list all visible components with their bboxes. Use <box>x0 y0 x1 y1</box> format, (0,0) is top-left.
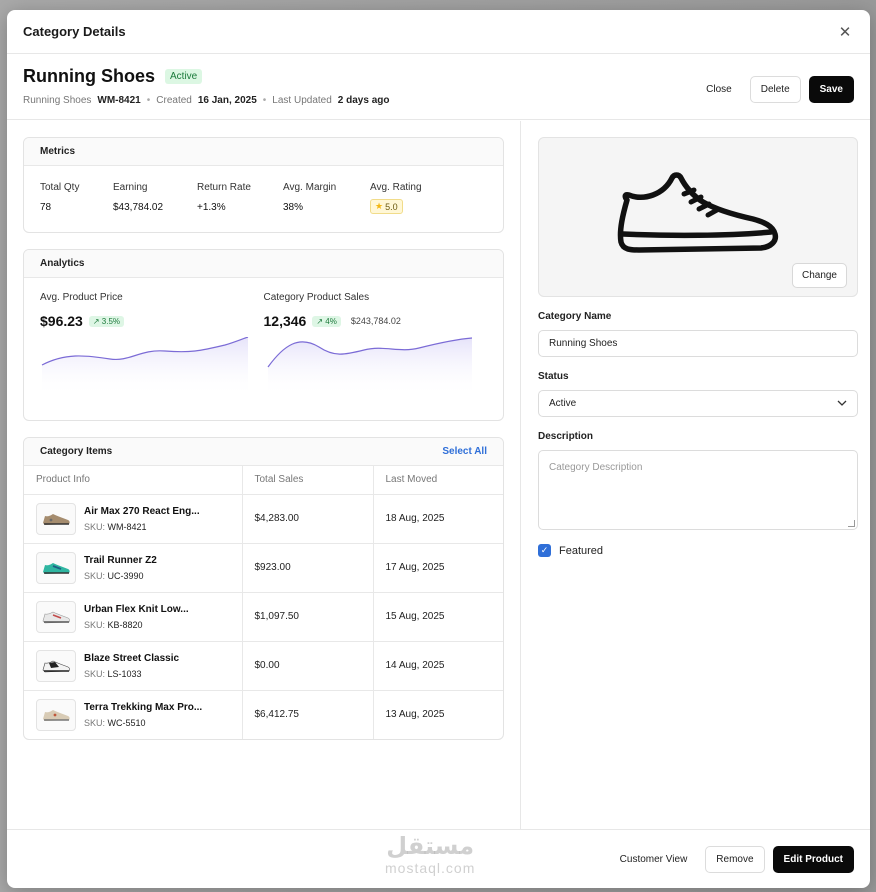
created-label: Created <box>156 95 192 106</box>
updated-date: 2 days ago <box>337 95 390 106</box>
product-sku: LS-1033 <box>107 668 142 679</box>
rating-badge: ★ 5.0 <box>370 199 403 214</box>
avg-price-value: $96.23 <box>40 313 83 329</box>
category-image: Change <box>538 137 858 297</box>
modal-title: Category Details <box>23 24 126 39</box>
metric-earning: Earning $43,784.02 <box>113 182 164 213</box>
description-label: Description <box>538 431 594 442</box>
resize-handle-icon[interactable] <box>848 520 855 527</box>
header-actions: Close Delete Save <box>696 76 854 103</box>
product-sales: $0.00 <box>242 641 374 691</box>
breadcrumb: Running Shoes <box>23 95 92 106</box>
sales-value: 12,346 <box>263 313 307 329</box>
product-sales: $4,283.00 <box>242 494 374 544</box>
category-name-label: Category Name <box>538 311 612 322</box>
items-table: Product Info Total Sales Last Moved Air … <box>24 466 503 739</box>
metric-total-qty: Total Qty 78 <box>40 182 80 213</box>
featured-label: Featured <box>559 544 604 557</box>
status-select[interactable]: Active <box>538 390 858 417</box>
shoe-thumbnail <box>36 698 76 731</box>
save-button[interactable]: Save <box>808 76 854 103</box>
separator-dot: • <box>146 95 151 106</box>
analytics-title: Analytics <box>40 258 85 269</box>
product-last-moved: 17 Aug, 2025 <box>373 543 503 593</box>
column-header-sales[interactable]: Total Sales <box>242 466 374 495</box>
product-sku: UC-3990 <box>107 570 144 581</box>
table-row[interactable]: Blaze Street Classic SKU: LS-1033 $0.00 … <box>24 641 503 691</box>
edit-product-button[interactable]: Edit Product <box>772 845 854 873</box>
category-sales-block: Category Product Sales 12,346 ↗ 4% $243,… <box>264 292 488 420</box>
watermark-logo: مستقل mostaql.com <box>385 832 476 876</box>
table-row[interactable]: Air Max 270 React Eng... SKU: WM-8421 $4… <box>24 494 503 544</box>
product-sku: WM-8421 <box>107 521 147 532</box>
shoe-thumbnail <box>36 551 76 584</box>
product-sales: $6,412.75 <box>242 690 374 739</box>
column-header-moved[interactable]: Last Moved <box>373 466 503 495</box>
change-image-button[interactable]: Change <box>791 263 847 288</box>
featured-checkbox[interactable]: ✓ <box>538 544 551 557</box>
category-items-title: Category Items <box>40 446 113 457</box>
product-name[interactable]: Terra Trekking Max Pro... <box>84 702 202 713</box>
avg-price-label: Avg. Product Price <box>40 292 123 303</box>
separator-dot: • <box>262 95 267 106</box>
metrics-title: Metrics <box>40 146 76 157</box>
price-sparkline <box>41 336 249 397</box>
close-button[interactable]: Close <box>696 76 742 103</box>
product-last-moved: 15 Aug, 2025 <box>373 592 503 642</box>
sales-sparkline <box>267 337 472 397</box>
category-items-card: Category Items Select All Product Info T… <box>23 437 504 740</box>
select-all-link[interactable]: Select All <box>442 446 487 457</box>
shoe-thumbnail <box>36 649 76 682</box>
right-column: Change Category Name Running Shoes Statu… <box>522 121 870 829</box>
trend-badge: ↗ 3.5% <box>88 315 124 327</box>
delete-button[interactable]: Delete <box>749 76 801 103</box>
product-sales: $1,097.50 <box>242 592 374 642</box>
sales-amount: $243,784.02 <box>350 316 401 326</box>
shoe-thumbnail <box>36 502 76 535</box>
column-header-product[interactable]: Product Info <box>24 466 243 495</box>
metrics-card: Metrics Total Qty 78 Earning $43,784.02 … <box>23 137 504 233</box>
product-sku: WC-5510 <box>107 717 146 728</box>
product-last-moved: 14 Aug, 2025 <box>373 641 503 691</box>
star-icon: ★ <box>375 201 384 211</box>
metric-return-rate: Return Rate +1.3% <box>197 182 251 213</box>
product-name[interactable]: Air Max 270 React Eng... <box>84 506 200 517</box>
metric-avg-rating: Avg. Rating ★ 5.0 <box>370 182 422 216</box>
page-title: Running Shoes <box>23 66 155 86</box>
product-name[interactable]: Trail Runner Z2 <box>84 555 157 566</box>
category-name-input[interactable]: Running Shoes <box>538 330 858 357</box>
chevron-down-icon <box>837 398 847 409</box>
analytics-card: Analytics Avg. Product Price $96.23 ↗ 3.… <box>23 249 504 421</box>
avg-price-block: Avg. Product Price $96.23 ↗ 3.5% <box>40 292 264 420</box>
title-area: Running Shoes Active Running Shoes WM-84… <box>7 54 870 120</box>
description-textarea[interactable]: Category Description <box>538 450 858 530</box>
featured-row: ✓ Featured <box>538 544 858 557</box>
table-row[interactable]: Urban Flex Knit Low... SKU: KB-8820 $1,0… <box>24 592 503 642</box>
modal-header: Category Details ✕ <box>7 10 870 54</box>
metric-avg-margin: Avg. Margin 38% <box>283 182 337 213</box>
left-column: Metrics Total Qty 78 Earning $43,784.02 … <box>7 121 521 829</box>
status-badge: Active <box>165 69 203 84</box>
sales-label: Category Product Sales <box>263 292 370 303</box>
product-name[interactable]: Blaze Street Classic <box>84 653 179 664</box>
table-row[interactable]: Terra Trekking Max Pro... SKU: WC-5510 $… <box>24 690 503 739</box>
product-last-moved: 18 Aug, 2025 <box>373 494 503 544</box>
close-icon[interactable]: ✕ <box>836 23 854 41</box>
customer-view-button[interactable]: Customer View <box>610 846 698 873</box>
category-code: WM-8421 <box>97 95 141 106</box>
remove-button[interactable]: Remove <box>705 845 765 873</box>
trend-badge: ↗ 4% <box>312 315 341 327</box>
shoe-thumbnail <box>36 600 76 633</box>
table-row[interactable]: Trail Runner Z2 SKU: UC-3990 $923.00 17 … <box>24 543 503 593</box>
product-last-moved: 13 Aug, 2025 <box>385 709 445 721</box>
product-sales: $923.00 <box>242 543 374 593</box>
status-label: Status <box>538 371 569 382</box>
product-sku: KB-8820 <box>107 619 143 630</box>
updated-label: Last Updated <box>272 95 332 106</box>
category-details-modal: Category Details ✕ Running Shoes Active … <box>7 10 870 888</box>
product-name[interactable]: Urban Flex Knit Low... <box>84 604 189 615</box>
created-date: 16 Jan, 2025 <box>197 95 257 106</box>
